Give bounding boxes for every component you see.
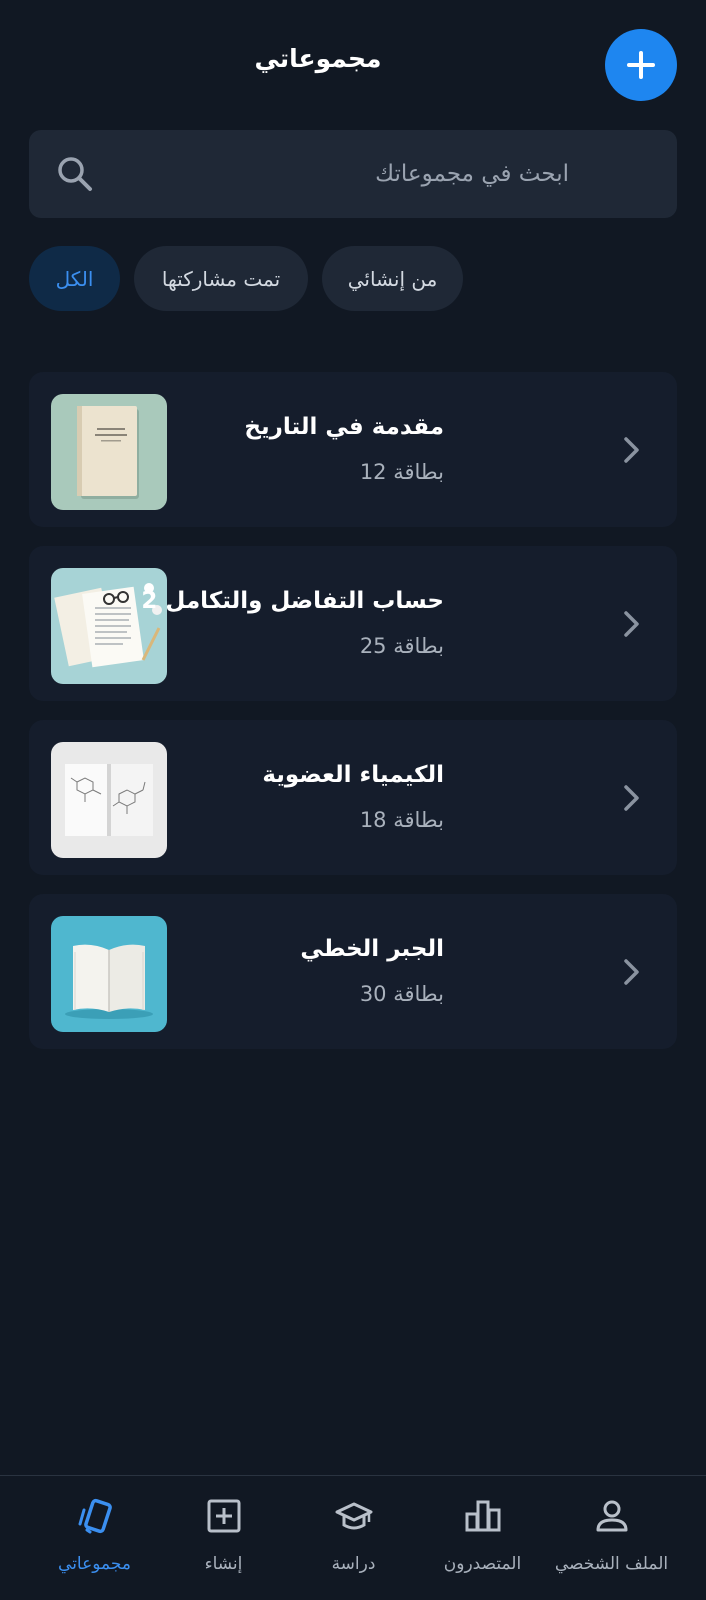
plus-icon [627,51,655,79]
nav-label: الملف الشخصي [554,1554,669,1574]
cards-icon [78,1498,112,1534]
nav-item-leaderboard[interactable]: المتصدرون [412,1476,553,1600]
papers-glasses-image [51,568,167,684]
chevron-right-icon [624,959,639,985]
set-title: الجبر الخطي [300,936,444,962]
chevron-right-icon [624,437,639,463]
set-card-count: بطاقة 12 [359,460,444,484]
open-book-image [51,916,167,1032]
set-card-count: بطاقة 18 [359,808,444,832]
chevron-right-icon [624,611,639,637]
nav-label: إنشاء [204,1554,243,1574]
set-thumbnail [51,916,167,1032]
set-title: حساب التفاضل والتكامل 2 [141,588,444,614]
add-set-button[interactable] [605,29,677,101]
nav-label: دراسة [331,1554,376,1574]
set-card[interactable]: الجبر الخطي بطاقة 30 [29,894,677,1049]
filter-chip-all[interactable]: الكل [29,246,120,311]
search-bar[interactable] [29,130,677,218]
filter-chip-shared[interactable]: تمت مشاركتها [134,246,308,311]
plus-square-icon [207,1499,240,1533]
filter-chip-created-by-me[interactable]: من إنشائي [322,246,463,311]
bar-chart-icon [465,1500,500,1532]
set-thumbnail [51,568,167,684]
nav-label: المتصدرون [443,1554,522,1574]
set-card[interactable]: حساب التفاضل والتكامل 2 بطاقة 25 [29,546,677,701]
set-card-count: بطاقة 25 [359,634,444,658]
set-card[interactable]: الكيمياء العضوية بطاقة 18 [29,720,677,875]
nav-item-profile[interactable]: الملف الشخصي [541,1476,682,1600]
page-title: مجموعاتي [254,44,382,73]
bottom-nav: مجموعاتي إنشاء دراسة المتصدرون الملف الش… [0,1475,706,1600]
chevron-right-icon [624,785,639,811]
user-icon [596,1500,627,1532]
set-thumbnail [51,394,167,510]
closed-book-image [51,394,167,510]
search-input[interactable] [69,130,569,218]
search-icon [58,157,92,191]
graduation-cap-icon [335,1502,372,1530]
nav-label: مجموعاتي [58,1554,131,1574]
set-title: مقدمة في التاريخ [244,414,444,440]
nav-item-study[interactable]: دراسة [283,1476,424,1600]
nav-item-my-sets[interactable]: مجموعاتي [24,1476,165,1600]
chemistry-book-image [51,742,167,858]
set-thumbnail [51,742,167,858]
set-card-count: بطاقة 30 [359,982,444,1006]
nav-item-create[interactable]: إنشاء [153,1476,294,1600]
my-sets-screen: مجموعاتي الكل تمت مشاركتها من إنشائي [0,0,706,1600]
set-card[interactable]: مقدمة في التاريخ بطاقة 12 [29,372,677,527]
set-title: الكيمياء العضوية [262,762,444,788]
